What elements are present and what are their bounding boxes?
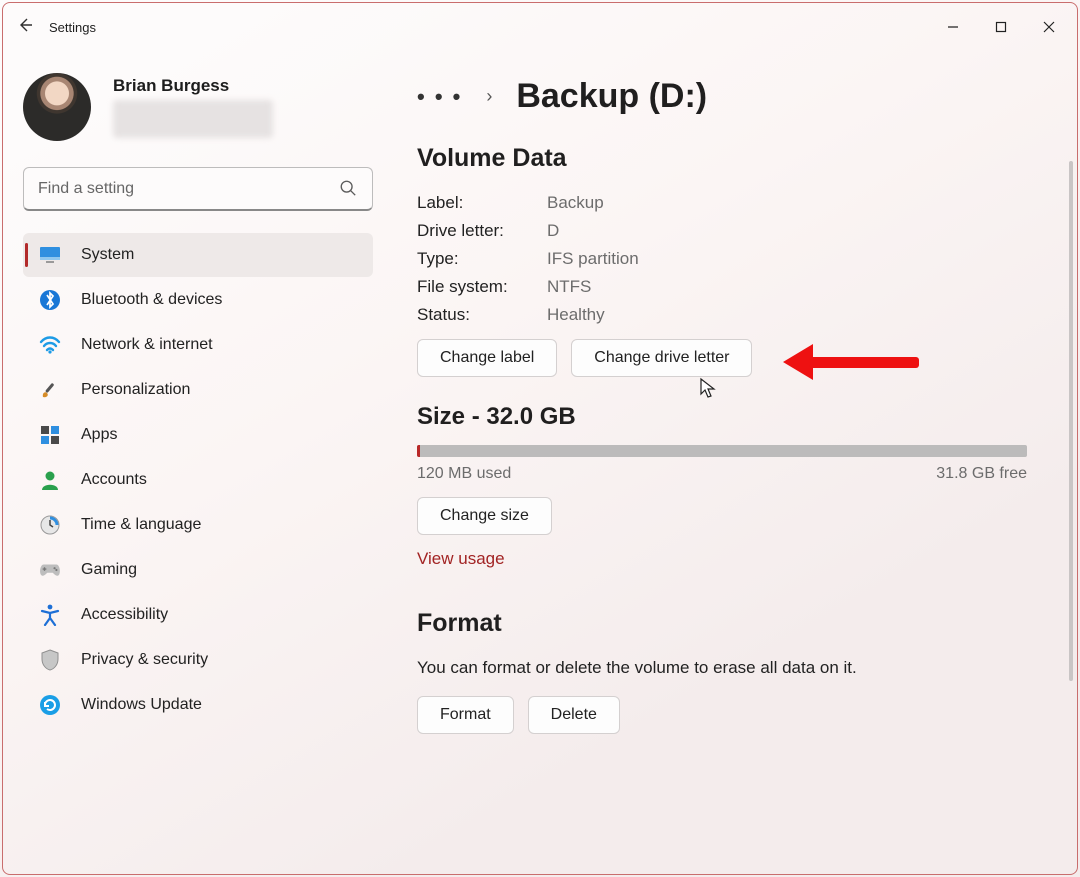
maximize-button[interactable] (977, 11, 1025, 43)
sidebar-item-label: Privacy & security (81, 651, 208, 669)
clock-globe-icon (39, 514, 61, 536)
sidebar-item-update[interactable]: Windows Update (23, 683, 373, 727)
sidebar-item-accessibility[interactable]: Accessibility (23, 593, 373, 637)
format-buttons: Format Delete (417, 696, 1027, 734)
sidebar-item-label: Accessibility (81, 606, 168, 624)
sidebar-item-label: Bluetooth & devices (81, 291, 222, 309)
page-title: Backup (D:) (516, 77, 707, 116)
delete-button[interactable]: Delete (528, 696, 620, 734)
sidebar-item-apps[interactable]: Apps (23, 413, 373, 457)
change-label-button[interactable]: Change label (417, 339, 557, 377)
breadcrumb-ellipsis[interactable]: • • • (417, 84, 462, 110)
change-drive-letter-button[interactable]: Change drive letter (571, 339, 752, 377)
update-icon (39, 694, 61, 716)
sidebar-item-label: Time & language (81, 516, 201, 534)
back-button[interactable] (7, 17, 43, 38)
usage-bar (417, 445, 1027, 457)
cursor-icon (699, 377, 717, 399)
sidebar-item-label: Windows Update (81, 696, 202, 714)
avatar (23, 73, 91, 141)
sidebar-item-label: Apps (81, 426, 117, 444)
kv-status: Status: Healthy (417, 305, 1027, 325)
main-content: • • • › Backup (D:) Volume Data Label: B… (393, 51, 1077, 874)
sidebar-item-label: Accounts (81, 471, 147, 489)
chevron-right-icon: › (486, 86, 492, 107)
sidebar-item-label: System (81, 246, 134, 264)
free-label: 31.8 GB free (936, 465, 1027, 483)
view-usage-link[interactable]: View usage (417, 549, 505, 569)
titlebar: Settings (3, 3, 1077, 51)
annotation-arrow (783, 347, 923, 377)
nav-list: System Bluetooth & devices Network & int… (23, 233, 373, 727)
sidebar-item-label: Network & internet (81, 336, 213, 354)
user-subline-redacted (113, 100, 273, 138)
search-input[interactable] (23, 167, 373, 211)
kv-label: Label: Backup (417, 193, 1027, 213)
format-button[interactable]: Format (417, 696, 514, 734)
app-title: Settings (49, 20, 96, 35)
change-size-button[interactable]: Change size (417, 497, 552, 535)
user-name: Brian Burgess (113, 76, 273, 96)
accessibility-icon (39, 604, 61, 626)
search-icon (339, 179, 357, 197)
sidebar-item-system[interactable]: System (23, 233, 373, 277)
size-heading: Size - 32.0 GB (417, 403, 1027, 431)
sidebar-item-gaming[interactable]: Gaming (23, 548, 373, 592)
apps-icon (39, 424, 61, 446)
sidebar: Brian Burgess System (3, 51, 393, 874)
format-heading: Format (417, 609, 1027, 638)
sidebar-item-label: Personalization (81, 381, 190, 399)
sidebar-item-personalization[interactable]: Personalization (23, 368, 373, 412)
wifi-icon (39, 334, 61, 356)
brush-icon (39, 379, 61, 401)
kv-filesystem: File system: NTFS (417, 277, 1027, 297)
usage-labels: 120 MB used 31.8 GB free (417, 465, 1027, 483)
usage-bar-used (417, 445, 420, 457)
minimize-button[interactable] (929, 11, 977, 43)
person-icon (39, 469, 61, 491)
sidebar-item-network[interactable]: Network & internet (23, 323, 373, 367)
search-wrap (23, 167, 373, 211)
display-icon (39, 244, 61, 266)
close-button[interactable] (1025, 11, 1073, 43)
breadcrumb: • • • › Backup (D:) (417, 77, 1027, 116)
sidebar-item-time[interactable]: Time & language (23, 503, 373, 547)
volume-data-heading: Volume Data (417, 144, 1027, 173)
scrollbar[interactable] (1069, 161, 1073, 681)
sidebar-item-label: Gaming (81, 561, 137, 579)
sidebar-item-bluetooth[interactable]: Bluetooth & devices (23, 278, 373, 322)
volume-buttons: Change label Change drive letter (417, 339, 1027, 377)
profile-block[interactable]: Brian Burgess (23, 73, 373, 141)
sidebar-item-accounts[interactable]: Accounts (23, 458, 373, 502)
used-label: 120 MB used (417, 465, 511, 483)
settings-window: Settings Brian Burgess (2, 2, 1078, 875)
format-description: You can format or delete the volume to e… (417, 658, 1027, 678)
kv-type: Type: IFS partition (417, 249, 1027, 269)
gamepad-icon (39, 559, 61, 581)
bluetooth-icon (39, 289, 61, 311)
sidebar-item-privacy[interactable]: Privacy & security (23, 638, 373, 682)
kv-drive-letter: Drive letter: D (417, 221, 1027, 241)
shield-icon (39, 649, 61, 671)
